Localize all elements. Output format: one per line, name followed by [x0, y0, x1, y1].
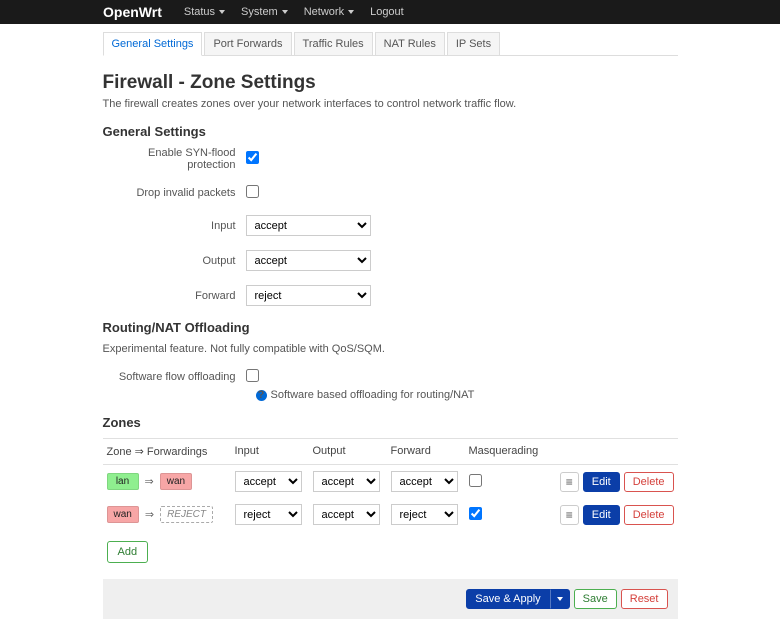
zone-masq-checkbox[interactable] — [469, 507, 482, 520]
sw-offload-label: Software flow offloading — [103, 371, 246, 383]
zone-edit-button[interactable]: Edit — [583, 505, 620, 525]
col-masq: Masquerading — [469, 445, 529, 458]
menu-icon: ≡ — [566, 476, 573, 488]
zone-from-badge: lan — [107, 473, 139, 490]
zone-output-select[interactable]: acceptrejectdrop — [313, 471, 380, 492]
zone-delete-button[interactable]: Delete — [624, 472, 674, 492]
arrow-icon: ⇒ — [145, 508, 154, 521]
chevron-down-icon — [282, 10, 288, 14]
col-output: Output — [313, 445, 391, 458]
page-description: The firewall creates zones over your net… — [103, 98, 678, 110]
zone-forward-select[interactable]: acceptrejectdrop — [391, 504, 458, 525]
synflood-checkbox[interactable] — [246, 151, 259, 164]
sw-offload-checkbox[interactable] — [246, 369, 259, 382]
menu-icon: ≡ — [566, 509, 573, 521]
dropinvalid-checkbox[interactable] — [246, 185, 259, 198]
page-title: Firewall - Zone Settings — [103, 72, 678, 94]
zone-input-select[interactable]: acceptrejectdrop — [235, 504, 302, 525]
tab-general-settings[interactable]: General Settings — [103, 32, 203, 56]
col-input: Input — [235, 445, 313, 458]
zone-masq-checkbox[interactable] — [469, 474, 482, 487]
save-button[interactable]: Save — [574, 589, 617, 609]
input-label: Input — [103, 220, 246, 232]
synflood-label: Enable SYN-flood protection — [103, 147, 246, 171]
nav-logout[interactable]: Logout — [364, 2, 410, 22]
tab-traffic-rules[interactable]: Traffic Rules — [294, 32, 373, 55]
output-select[interactable]: acceptrejectdrop — [246, 250, 371, 271]
chevron-down-icon — [348, 10, 354, 14]
zone-row: lan ⇒ wan acceptrejectdrop acceptrejectdrop a… — [103, 465, 678, 498]
zones-table: Zone ⇒ Forwardings Input Output Forward … — [103, 438, 678, 531]
zone-to-badge: REJECT — [160, 506, 213, 523]
forward-select[interactable]: acceptrejectdrop — [246, 285, 371, 306]
zone-menu-button[interactable]: ≡ — [560, 472, 579, 492]
zone-row: wan ⇒ REJECT acceptrejectdrop acceptrejectdr… — [103, 498, 678, 531]
tab-ip-sets[interactable]: IP Sets — [447, 32, 500, 55]
section-zones: Zones — [103, 415, 678, 430]
tab-nat-rules[interactable]: NAT Rules — [375, 32, 445, 55]
zone-menu-button[interactable]: ≡ — [560, 505, 579, 525]
zone-from-badge: wan — [107, 506, 139, 523]
chevron-down-icon — [557, 597, 563, 601]
zone-forward-select[interactable]: acceptrejectdrop — [391, 471, 458, 492]
reset-button[interactable]: Reset — [621, 589, 668, 609]
nav-network[interactable]: Network — [298, 2, 360, 22]
navbar: OpenWrt Status System Network Logout — [0, 0, 780, 24]
section-general: General Settings — [103, 124, 678, 139]
tab-port-forwards[interactable]: Port Forwards — [204, 32, 291, 55]
footer-actions: Save & Apply Save Reset — [103, 579, 678, 619]
col-zone: Zone ⇒ Forwardings — [107, 445, 235, 458]
tabs: General Settings Port Forwards Traffic R… — [103, 32, 678, 56]
add-button[interactable]: Add — [107, 541, 149, 563]
output-label: Output — [103, 255, 246, 267]
zone-output-select[interactable]: acceptrejectdrop — [313, 504, 380, 525]
col-forward: Forward — [391, 445, 469, 458]
zone-to-badge: wan — [160, 473, 192, 490]
nav-status[interactable]: Status — [178, 2, 231, 22]
forward-label: Forward — [103, 290, 246, 302]
input-select[interactable]: acceptrejectdrop — [246, 215, 371, 236]
nav-system[interactable]: System — [235, 2, 294, 22]
sw-offload-hint: Software based offloading for routing/NA… — [271, 389, 475, 401]
save-apply-menu-button[interactable] — [550, 589, 570, 609]
arrow-icon: ⇒ — [145, 475, 154, 488]
zone-edit-button[interactable]: Edit — [583, 472, 620, 492]
brand: OpenWrt — [103, 4, 162, 20]
save-apply-button[interactable]: Save & Apply — [466, 589, 549, 609]
help-icon: ? — [256, 390, 267, 401]
zone-delete-button[interactable]: Delete — [624, 505, 674, 525]
offload-description: Experimental feature. Not fully compatib… — [103, 343, 678, 355]
zone-input-select[interactable]: acceptrejectdrop — [235, 471, 302, 492]
dropinvalid-label: Drop invalid packets — [103, 187, 246, 199]
section-offload: Routing/NAT Offloading — [103, 320, 678, 335]
chevron-down-icon — [219, 10, 225, 14]
